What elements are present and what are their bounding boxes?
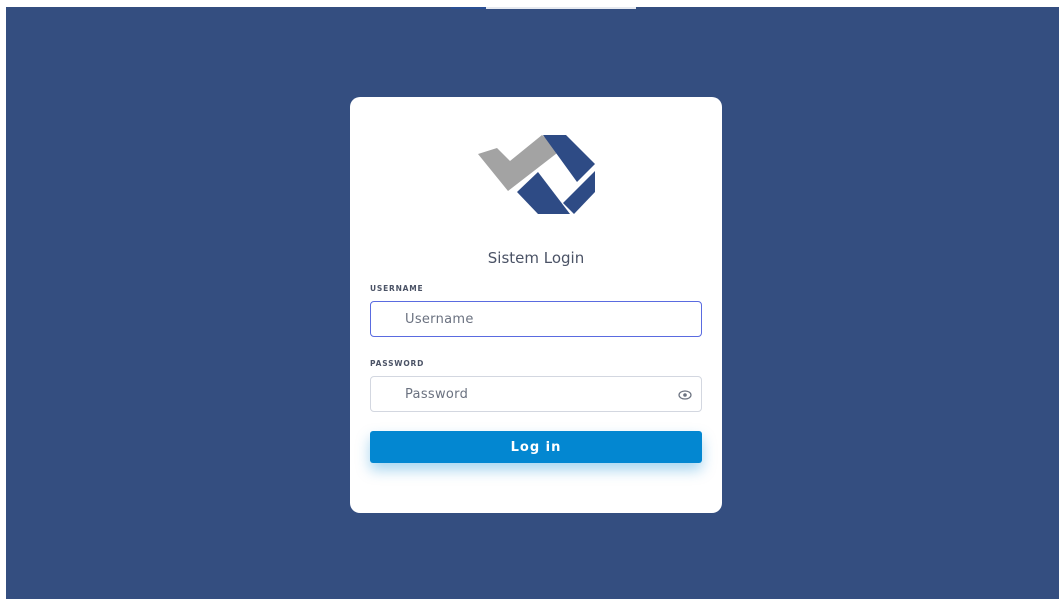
password-label: PASSWORD — [370, 359, 425, 368]
logo-navy-lower — [517, 172, 570, 214]
logo-gray-check — [478, 135, 561, 191]
page-title: Sistem Login — [487, 249, 585, 267]
password-field-wrapper — [370, 376, 702, 412]
logo-navy-upper — [543, 135, 595, 182]
username-input[interactable] — [405, 302, 665, 336]
login-page: Sistem Login USERNAME PASSWORD Log in — [6, 7, 1059, 599]
top-strip — [451, 7, 486, 9]
login-button[interactable]: Log in — [370, 431, 702, 463]
username-label: USERNAME — [370, 284, 424, 293]
top-strip-light — [486, 7, 636, 9]
password-input[interactable] — [405, 377, 665, 411]
username-field-wrapper — [370, 301, 702, 337]
eye-icon[interactable] — [678, 389, 692, 401]
brand-logo — [478, 135, 595, 214]
login-card: Sistem Login USERNAME PASSWORD Log in — [350, 97, 722, 513]
